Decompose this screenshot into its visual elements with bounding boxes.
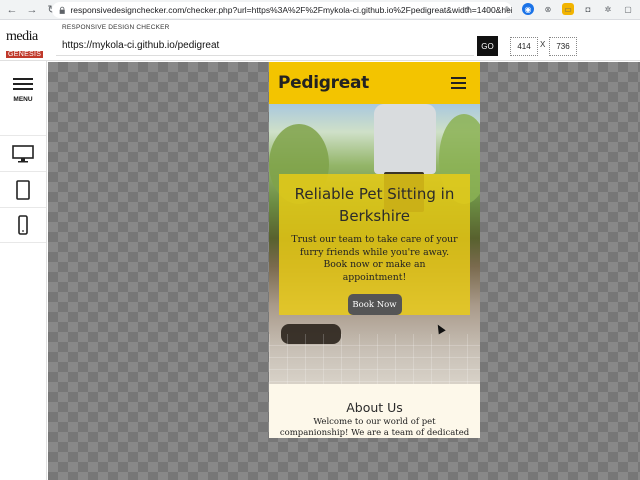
about-section: About Us Welcome to our world of pet com… bbox=[269, 384, 480, 438]
about-title: About Us bbox=[346, 400, 403, 415]
desktop-device-button[interactable] bbox=[0, 135, 46, 171]
book-now-button[interactable]: Book Now bbox=[347, 294, 402, 315]
checker-title: RESPONSIVE DESIGN CHECKER bbox=[62, 24, 170, 31]
tablet-device-button[interactable] bbox=[0, 171, 46, 207]
arrow-right-icon[interactable]: → bbox=[24, 2, 40, 18]
about-text: Welcome to our world of pet companionshi… bbox=[279, 417, 470, 438]
brand-line1: media bbox=[6, 29, 38, 44]
phone-device-button[interactable] bbox=[0, 207, 46, 243]
lock-icon bbox=[59, 6, 65, 14]
checker-topbar: media GENESIS RESPONSIVE DESIGN CHECKER … bbox=[0, 20, 640, 61]
phone-icon bbox=[18, 215, 28, 235]
site-url-input[interactable] bbox=[56, 36, 474, 56]
address-bar-url: responsivedesignchecker.com/checker.php?… bbox=[70, 5, 512, 15]
dimension-separator: X bbox=[540, 40, 546, 49]
tab-icon[interactable]: ▢ bbox=[622, 3, 634, 15]
hero-card: Reliable Pet Sitting in Berkshire Trust … bbox=[279, 174, 470, 315]
hero-image: Reliable Pet Sitting in Berkshire Trust … bbox=[269, 104, 480, 384]
hero-pavement bbox=[269, 334, 480, 384]
site-header: Pedigreat bbox=[269, 62, 480, 104]
menu-label: MENU bbox=[13, 96, 33, 103]
go-button[interactable]: GO bbox=[477, 36, 498, 56]
address-bar[interactable]: responsivedesignchecker.com/checker.php?… bbox=[52, 2, 512, 18]
pen-icon[interactable]: ✎ bbox=[502, 3, 514, 15]
brand-line2: GENESIS bbox=[6, 51, 44, 58]
brand-logo[interactable]: media GENESIS bbox=[6, 30, 46, 60]
tablet-icon bbox=[16, 179, 30, 200]
browser-toolbar: ← → ↻ responsivedesignchecker.com/checke… bbox=[0, 0, 640, 20]
hamburger-icon[interactable] bbox=[451, 74, 466, 92]
puzzle-icon[interactable]: ✲ bbox=[602, 3, 614, 15]
arrow-left-icon[interactable]: ← bbox=[4, 2, 20, 18]
extension-icon[interactable]: ◉ bbox=[522, 3, 534, 15]
site-logo[interactable]: Pedigreat bbox=[278, 73, 369, 93]
hero-title: Reliable Pet Sitting in Berkshire bbox=[294, 185, 455, 225]
width-input[interactable]: 414 bbox=[510, 37, 538, 56]
hero-person bbox=[374, 104, 436, 174]
preview-viewport[interactable]: Pedigreat Reliable Pet Sitting in Berksh… bbox=[269, 62, 480, 438]
hamburger-icon bbox=[13, 75, 33, 93]
share-icon[interactable]: ⇪ bbox=[462, 3, 474, 15]
device-sidebar: MENU bbox=[0, 61, 47, 480]
folder-icon[interactable]: ▭ bbox=[562, 3, 574, 15]
star-icon[interactable]: ☆ bbox=[482, 3, 494, 15]
menu-button[interactable]: MENU bbox=[0, 75, 46, 125]
extension-icon-2[interactable]: ⊗ bbox=[542, 3, 554, 15]
hero-text: Trust our team to take care of your furr… bbox=[291, 234, 458, 283]
camera-icon[interactable]: ◘ bbox=[582, 3, 594, 15]
height-input[interactable]: 736 bbox=[549, 37, 577, 56]
desktop-icon bbox=[12, 144, 34, 162]
